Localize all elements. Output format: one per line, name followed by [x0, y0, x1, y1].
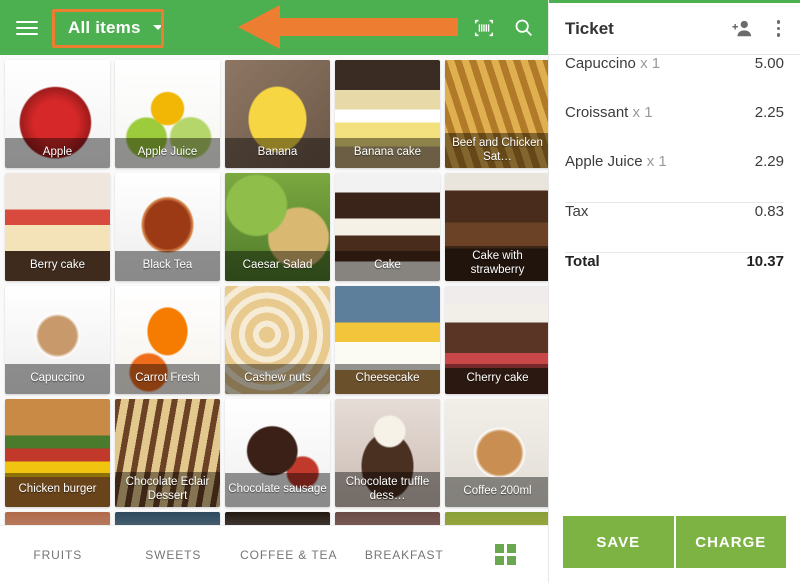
product-tile[interactable] — [115, 512, 220, 525]
product-tile-label: Apple — [5, 138, 110, 168]
total-label: Total — [565, 253, 600, 270]
save-button[interactable]: SAVE — [563, 516, 674, 568]
product-tile-label: Beef and Chicken Sat… — [445, 133, 548, 168]
ticket-row[interactable]: Capuccino x 1 5.00 — [565, 55, 784, 104]
total-value: 10.37 — [746, 253, 784, 270]
app-top-bar: All items — [0, 0, 548, 55]
product-tile[interactable]: Black Tea — [115, 173, 220, 281]
hamburger-menu-icon[interactable] — [10, 13, 44, 43]
product-image — [5, 512, 110, 525]
product-tile[interactable]: Capuccino — [5, 286, 110, 394]
category-tab-bar: FRUITS SWEETS COFFEE & TEA BREAKFAST — [0, 525, 548, 583]
tab-fruits[interactable]: FRUITS — [0, 548, 116, 562]
ticket-row[interactable]: Apple Juice x 1 2.29 — [565, 153, 784, 202]
product-tile-label: Cashew nuts — [225, 364, 330, 394]
ticket-title: Ticket — [565, 18, 614, 38]
tab-sweets[interactable]: SWEETS — [116, 548, 232, 562]
add-person-icon[interactable] — [731, 19, 753, 39]
product-tile-label: Chocolate truffle dess… — [335, 472, 440, 507]
product-tile[interactable]: Cashew nuts — [225, 286, 330, 394]
product-image — [445, 512, 548, 525]
chevron-down-icon — [152, 25, 163, 30]
product-tile[interactable]: Apple — [5, 60, 110, 168]
tab-breakfast[interactable]: BREAKFAST — [347, 548, 463, 562]
product-tile[interactable] — [445, 512, 548, 525]
product-tile[interactable]: Chocolate Eclair Dessert — [115, 399, 220, 507]
product-tile-label: Chocolate Eclair Dessert — [115, 472, 220, 507]
product-tile[interactable]: Banana cake — [335, 60, 440, 168]
product-tile-label: Coffee 200ml — [445, 477, 548, 507]
pos-app-window: All items Apple Apple Juice Banana Banan… — [0, 0, 800, 583]
charge-button[interactable]: CHARGE — [675, 516, 786, 568]
product-tile[interactable]: Cheesecake — [335, 286, 440, 394]
grid-view-icon[interactable] — [462, 544, 548, 565]
product-image — [335, 512, 440, 525]
barcode-scan-icon[interactable] — [473, 17, 495, 39]
product-tile-label: Cake with strawberry — [445, 246, 548, 281]
product-image — [225, 512, 330, 525]
product-tile-label: Cherry cake — [445, 364, 548, 394]
product-tile[interactable]: Chocolate truffle dess… — [335, 399, 440, 507]
ticket-item-price: 5.00 — [754, 55, 784, 72]
product-tile-label: Banana — [225, 138, 330, 168]
catalog-pane: All items Apple Apple Juice Banana Banan… — [0, 0, 548, 583]
search-icon[interactable] — [513, 17, 534, 38]
product-tile[interactable] — [225, 512, 330, 525]
product-tile[interactable]: Beef and Chicken Sat… — [445, 60, 548, 168]
product-tile[interactable]: Berry cake — [5, 173, 110, 281]
product-grid-scroll[interactable]: Apple Apple Juice Banana Banana cake Beef an… — [0, 55, 548, 525]
product-tile[interactable]: Caesar Salad — [225, 173, 330, 281]
product-tile[interactable]: Chocolate sausage — [225, 399, 330, 507]
product-tile[interactable]: Carrot Fresh — [115, 286, 220, 394]
top-bar-actions — [473, 17, 534, 39]
ticket-item-price: 2.25 — [754, 104, 784, 121]
ticket-item-name: Capuccino x 1 — [565, 55, 661, 72]
product-tile[interactable] — [5, 512, 110, 525]
ticket-header: Ticket — [549, 0, 800, 55]
tab-coffee-and-tea[interactable]: COFFEE & TEA — [231, 548, 347, 562]
product-tile-label: Black Tea — [115, 251, 220, 281]
product-image — [115, 512, 220, 525]
tax-value: 0.83 — [754, 203, 784, 220]
product-tile-label: Caesar Salad — [225, 251, 330, 281]
product-tile-label: Banana cake — [335, 138, 440, 168]
product-tile-label: Apple Juice — [115, 138, 220, 168]
product-tile[interactable]: Chicken burger — [5, 399, 110, 507]
product-tile-label: Capuccino — [5, 364, 110, 394]
ticket-total-row: Total 10.37 — [565, 253, 784, 302]
ticket-pane: Ticket Capuccino x 1 5.00 Croissant x 1 … — [548, 0, 800, 583]
ticket-row[interactable]: Croissant x 1 2.25 — [565, 104, 784, 153]
product-tile-label: Berry cake — [5, 251, 110, 281]
product-tile[interactable]: Banana — [225, 60, 330, 168]
ticket-action-buttons: SAVE CHARGE — [549, 515, 800, 583]
product-tile[interactable]: Cake with strawberry — [445, 173, 548, 281]
product-tile-label: Cheesecake — [335, 364, 440, 394]
ticket-line-items: Capuccino x 1 5.00 Croissant x 1 2.25 Ap… — [549, 55, 800, 515]
product-tile[interactable]: Coffee 200ml — [445, 399, 548, 507]
ticket-item-name: Apple Juice x 1 — [565, 153, 667, 170]
product-tile[interactable]: Cake — [335, 173, 440, 281]
product-tile[interactable]: Cherry cake — [445, 286, 548, 394]
product-tile-label: Cake — [335, 251, 440, 281]
ticket-item-price: 2.29 — [754, 153, 784, 170]
product-grid: Apple Apple Juice Banana Banana cake Beef an… — [5, 60, 548, 525]
ticket-item-name: Croissant x 1 — [565, 104, 653, 121]
category-selector-label: All items — [68, 17, 141, 37]
product-tile-label: Carrot Fresh — [115, 364, 220, 394]
product-tile-label: Chocolate sausage — [225, 473, 330, 507]
product-tile-label: Chicken burger — [5, 473, 110, 507]
product-tile[interactable]: Apple Juice — [115, 60, 220, 168]
product-tile[interactable] — [335, 512, 440, 525]
more-vertical-icon[interactable] — [771, 17, 787, 40]
category-selector-all-items[interactable]: All items — [58, 12, 173, 44]
ticket-header-actions — [731, 17, 787, 40]
tax-label: Tax — [565, 203, 589, 220]
ticket-tax-row: Tax 0.83 — [565, 203, 784, 252]
